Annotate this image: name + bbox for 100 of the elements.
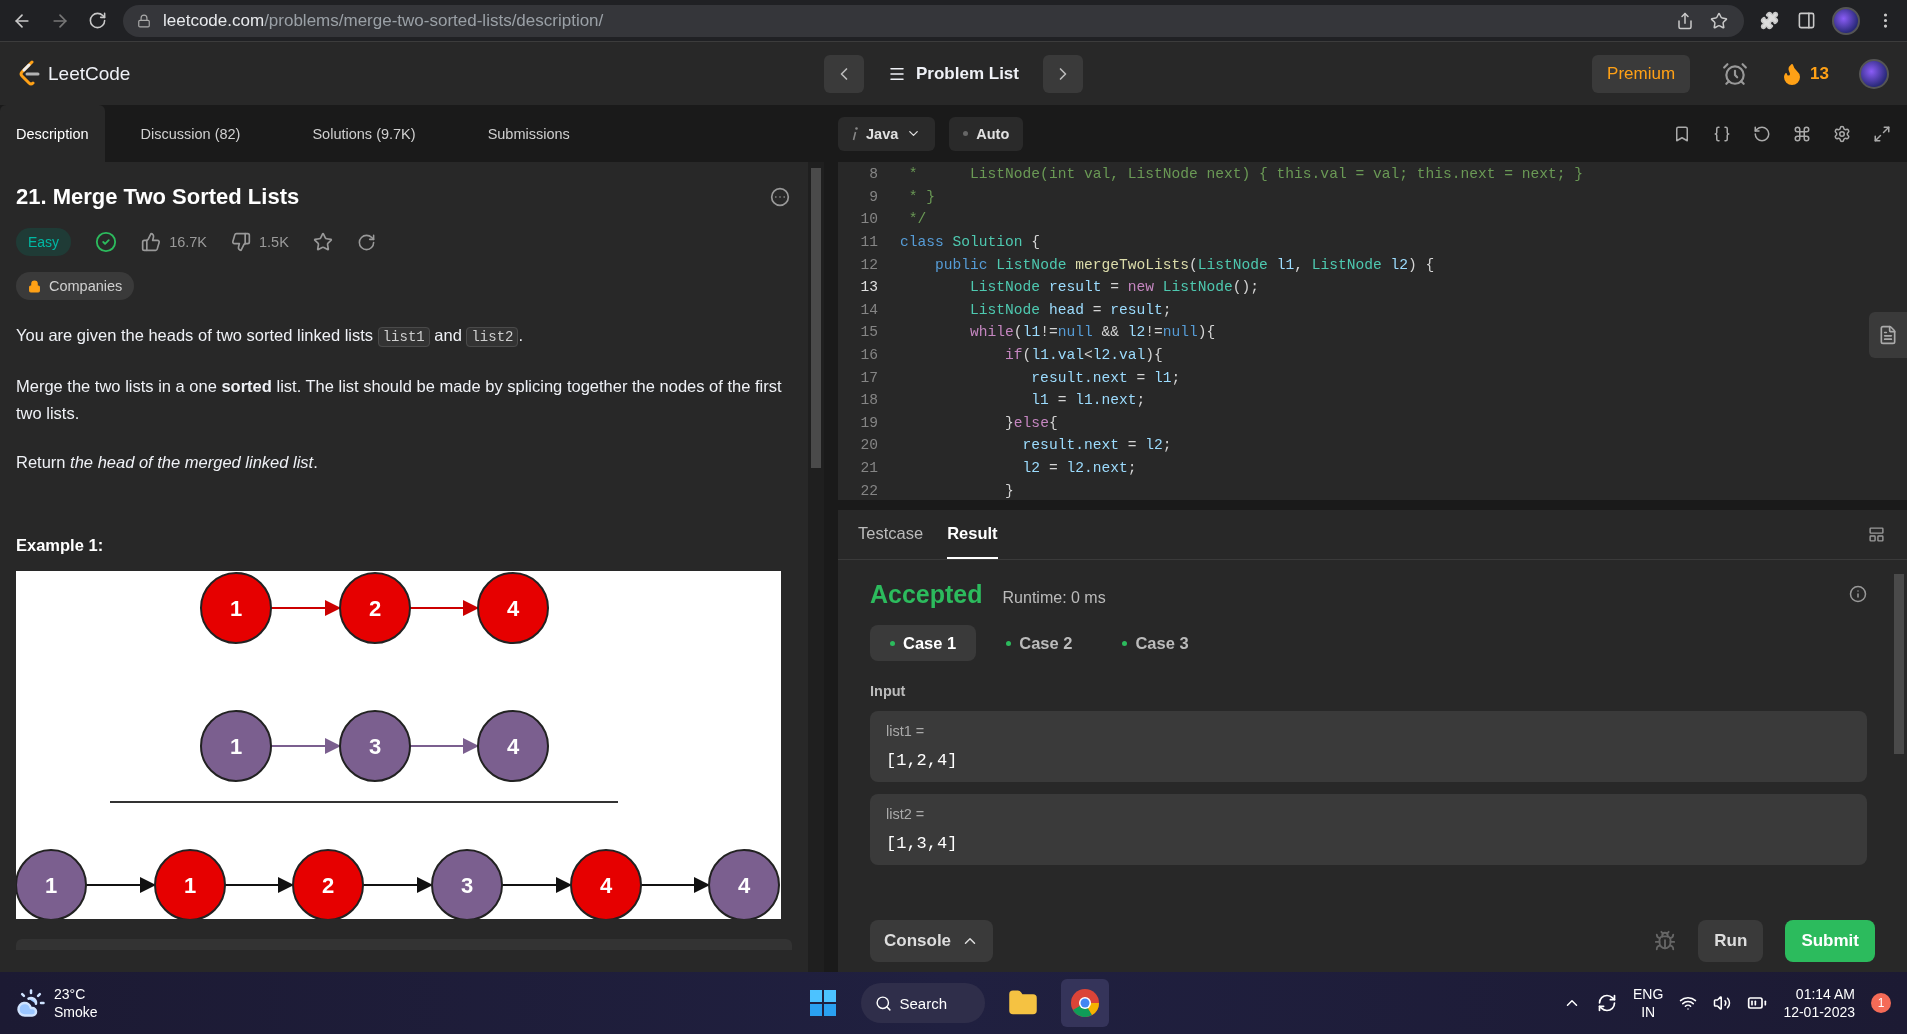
line-number: 11: [859, 234, 878, 251]
language-text: ENG: [1633, 985, 1664, 1003]
code-line: ListNode head = result;: [969, 301, 1172, 318]
thumbs-up-icon[interactable]: [141, 232, 162, 252]
tab[interactable]: Submissions: [451, 105, 606, 162]
arrow: [224, 877, 294, 893]
line-number: 17: [859, 369, 878, 386]
arrow: [85, 877, 156, 893]
url-host: leetcode.com: [163, 10, 265, 30]
list-node: 2: [339, 572, 411, 644]
circular-arrow-icon[interactable]: [356, 232, 376, 252]
clock-time: 01:14 AM: [1794, 985, 1855, 1003]
thumbs-down-icon[interactable]: [231, 232, 252, 252]
run-button[interactable]: Run: [1698, 920, 1764, 962]
arrow: [270, 600, 341, 616]
case-tab[interactable]: Case 3: [1102, 625, 1209, 661]
variable-value: [1,2,4]: [886, 751, 959, 770]
list-node: 1: [200, 710, 272, 782]
brand-name: LeetCode: [48, 62, 131, 85]
auto-button[interactable]: Auto: [949, 116, 1024, 151]
inline-code: list1: [377, 327, 430, 347]
line-number: 22: [859, 482, 878, 499]
code-line: */: [907, 211, 927, 228]
address-bar[interactable]: leetcode.com/problems/merge-two-sorted-lists/description/: [123, 4, 1744, 37]
streak-count: 13: [1810, 63, 1829, 84]
difficulty-label: Easy: [16, 228, 72, 256]
code-line: * ListNode(int val, ListNode next) { this.val = val; this.next = next; }: [907, 166, 1584, 183]
list-node: 1: [16, 849, 87, 919]
url-path: /problems/merge-two-sorted-lists/description/: [264, 10, 604, 30]
region-text: IN: [1640, 1003, 1657, 1021]
line-number: 8: [868, 166, 878, 183]
premium-button[interactable]: Premium: [1592, 54, 1691, 93]
language-dropdown[interactable]: Java: [838, 116, 936, 151]
companies-chip[interactable]: Companies: [16, 272, 135, 300]
line-number: 15: [859, 324, 878, 341]
case-tab[interactable]: Case 2: [986, 625, 1093, 661]
code-line: l2 = l2.next;: [1021, 460, 1137, 476]
problem-list-button[interactable]: Problem List: [878, 63, 1029, 84]
line-number: 13: [859, 279, 878, 296]
list-node: 1: [154, 849, 226, 919]
case-tab[interactable]: Case 1: [870, 625, 977, 661]
dislikes-count: 1.5K: [259, 234, 289, 250]
search-icon: [874, 994, 892, 1012]
list-node: 4: [477, 572, 549, 644]
clock-date: 12-01-2023: [1783, 1003, 1855, 1021]
wifi-icon[interactable]: [1679, 994, 1698, 1012]
tab[interactable]: Solutions (9.7K): [276, 105, 452, 162]
tab[interactable]: Result: [947, 510, 998, 559]
tab[interactable]: Discussion (82): [104, 105, 277, 162]
inline-code: list2: [466, 327, 519, 347]
sync-icon[interactable]: [1597, 993, 1618, 1013]
avatar[interactable]: [1859, 58, 1889, 89]
code-line: }else{: [1004, 414, 1058, 431]
list-node: 1: [200, 572, 272, 644]
star-icon[interactable]: [312, 232, 333, 252]
example-heading: Example 1:: [16, 536, 105, 555]
tab[interactable]: Testcase: [858, 510, 924, 559]
more-icon[interactable]: [768, 185, 792, 209]
code-line: }: [1004, 482, 1014, 499]
description-text: Merge the two lists in a one sorted list. The list should be made by splicing together the nodes of the first two lists.: [16, 376, 783, 424]
line-number: 21: [859, 460, 878, 476]
code-line: result.next = l2;: [1021, 437, 1172, 454]
chrome-icon[interactable]: [1060, 979, 1109, 1027]
temperature-text: 23°C: [54, 985, 87, 1003]
bug-icon[interactable]: [1654, 930, 1677, 952]
line-number: 16: [859, 347, 878, 364]
lock-icon: [137, 13, 151, 28]
description-text: Return the head of the merged linked list.: [16, 452, 319, 473]
console-button[interactable]: Console: [870, 920, 994, 962]
code-line: while(l1!=null && l2!=null){: [969, 324, 1216, 341]
lock-icon: [28, 279, 41, 293]
line-number: 9: [868, 188, 878, 205]
info-icon[interactable]: [1849, 585, 1867, 603]
code-line: result.next = l1;: [1030, 369, 1181, 386]
input-label: Input: [870, 683, 907, 699]
problem-title: 21. Merge Two Sorted Lists: [16, 184, 300, 210]
arrow: [409, 600, 479, 616]
arrow: [409, 738, 479, 754]
volume-icon[interactable]: [1713, 994, 1732, 1012]
list-node: 3: [431, 849, 503, 919]
search-button[interactable]: Search: [860, 983, 985, 1023]
variable-name: list1 =: [886, 723, 926, 739]
list-node: 4: [708, 849, 780, 919]
list-node: 4: [477, 710, 549, 782]
weather-icon: [16, 988, 46, 1018]
scrollbar[interactable]: [808, 162, 824, 972]
list-node: 2: [292, 849, 364, 919]
line-number: 10: [859, 211, 878, 228]
line-number: 20: [859, 437, 878, 454]
leetcode-logo-icon: [18, 59, 42, 88]
tab[interactable]: Description: [0, 105, 105, 162]
list-node: 4: [570, 849, 642, 919]
puzzle-icon[interactable]: [1758, 9, 1781, 32]
avatar[interactable]: [1832, 6, 1860, 35]
document-icon[interactable]: [1869, 312, 1907, 358]
code-editor[interactable]: [838, 162, 1907, 500]
likes-count: 16.7K: [169, 234, 208, 250]
dot-icon: [963, 131, 969, 136]
weather-text: Smoke: [54, 1003, 98, 1021]
description-text: You are given the heads of two sorted linked lists list1 and list2 .: [16, 325, 525, 349]
